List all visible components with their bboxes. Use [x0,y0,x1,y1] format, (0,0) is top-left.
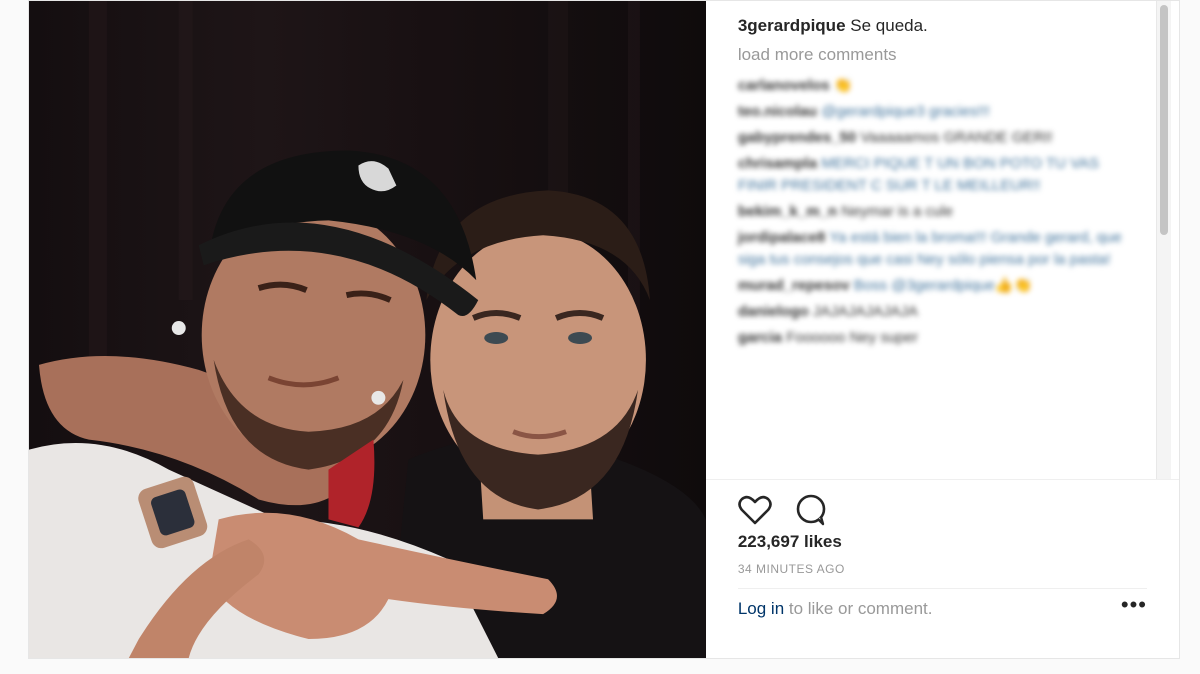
comments-scrollbar[interactable] [1156,1,1171,479]
comment-item: gabyprendes_50 Vaaaaamos GRANDE GERI! [737,129,1053,146]
instagram-post: 3gerardpique Se queda. load more comment… [28,0,1180,659]
comment-bubble-icon[interactable] [794,493,828,527]
selfie-illustration [29,1,706,658]
comment-item: bekim_k_m_n Neymar is a cule [737,203,953,220]
comment-item: chrisampla MERCI PIQUE T UN BON POTO TU … [737,155,1100,194]
more-options-icon[interactable]: ••• [1121,594,1147,618]
comment-item: teo.nicolau @gerardpique3 gracies!!! [737,103,990,120]
post-caption: 3gerardpique Se queda. [738,15,1139,37]
comment-item: garcia Foooooo Ney super [737,329,918,346]
comment-item: murad_repesov Boss @3gerardpique👍👏 [737,277,1033,294]
post-side-panel: 3gerardpique Se queda. load more comment… [705,1,1179,658]
login-link[interactable]: Log in [738,599,784,618]
scrollbar-thumb[interactable] [1160,5,1168,235]
comment-item: carlanovelos 👏 [737,77,853,94]
heart-icon[interactable] [738,493,772,527]
post-actions: 223,697 likes 34 MINUTES AGO Log in to l… [705,479,1179,619]
post-timestamp: 34 MINUTES AGO [737,562,1147,589]
caption-username[interactable]: 3gerardpique [738,16,846,35]
login-prompt-text: to like or comment. [784,599,933,618]
action-icons [738,492,1147,528]
caption-text: Se queda. [850,16,928,35]
load-more-comments-link[interactable]: load more comments [738,45,1139,65]
login-row: Log in to like or comment. ••• [738,589,1147,619]
comments-list: 3gerardpique Se queda. load more comment… [706,1,1179,479]
likes-count[interactable]: 223,697 likes [738,532,1147,552]
comment-item: danielogo JAJAJAJAJAJA [737,303,918,320]
post-photo [29,1,706,658]
comment-item: jordipalace8 Ya está bien la broma!!! Gr… [737,229,1122,268]
